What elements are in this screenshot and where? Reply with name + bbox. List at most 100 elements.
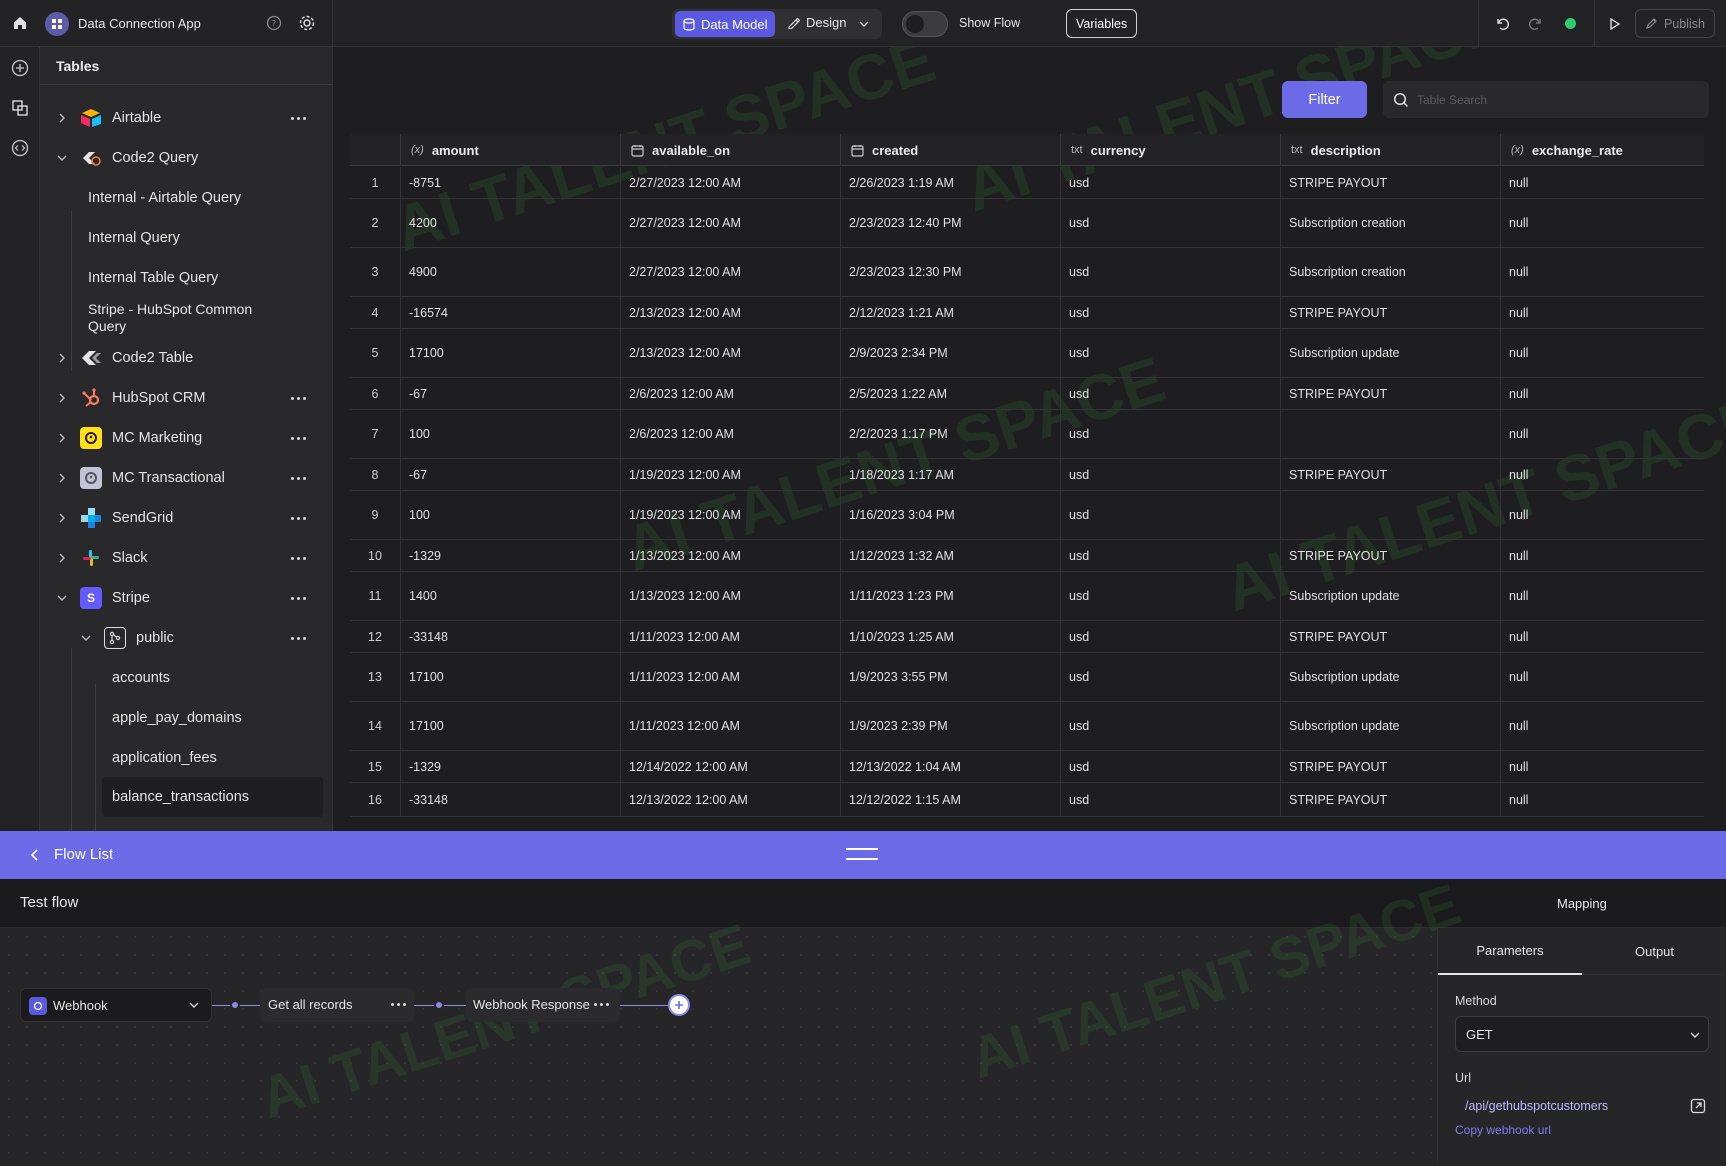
url-field[interactable]: /api/gethubspotcustomers — [1455, 1090, 1709, 1122]
sidebar-item-mc-marketing[interactable]: MC Marketing — [40, 420, 332, 456]
cell-created[interactable]: 2/23/2023 12:40 PM — [840, 199, 1060, 247]
chevron-right-icon[interactable] — [56, 432, 68, 444]
sidebar-item-airtable[interactable]: Airtable — [40, 100, 332, 136]
cell-created[interactable]: 1/10/2023 1:25 AM — [840, 621, 1060, 652]
cell-amount[interactable]: 100 — [400, 491, 620, 539]
cell-available-on[interactable]: 12/13/2022 12:00 AM — [620, 783, 840, 816]
sidebar-item-mc-transactional[interactable]: MC Transactional — [40, 460, 332, 496]
cell-currency[interactable]: usd — [1060, 297, 1280, 328]
cell-currency[interactable]: usd — [1060, 491, 1280, 539]
gear-icon[interactable] — [297, 13, 317, 33]
table-row[interactable]: 14 17100 1/11/2023 12:00 AM 1/9/2023 2:39 P… — [350, 702, 1704, 751]
sidebar-item-internal-airtable-query[interactable]: Internal - Airtable Query — [40, 180, 332, 216]
chevron-right-icon[interactable] — [56, 392, 68, 404]
cell-description[interactable]: STRIPE PAYOUT — [1280, 459, 1500, 490]
cell-currency[interactable]: usd — [1060, 540, 1280, 571]
sidebar-item-stripe-hubspot-query[interactable]: Stripe - HubSpot Common Query — [40, 297, 332, 339]
cell-available-on[interactable]: 1/13/2023 12:00 AM — [620, 572, 840, 620]
table-row[interactable]: 4 -16574 2/13/2023 12:00 AM 2/12/2023 1:21 … — [350, 297, 1704, 329]
design-tab[interactable]: Design — [787, 15, 846, 30]
cell-amount[interactable]: -67 — [400, 378, 620, 409]
table-row[interactable]: 6 -67 2/6/2023 12:00 AM 2/5/2023 1:22 AM usd… — [350, 378, 1704, 410]
cell-created[interactable]: 2/12/2023 1:21 AM — [840, 297, 1060, 328]
more-options-icon[interactable] — [291, 392, 311, 404]
home-icon[interactable] — [10, 13, 30, 33]
cell-amount[interactable]: -8751 — [400, 167, 620, 198]
cell-created[interactable]: 12/12/2022 1:15 AM — [840, 783, 1060, 816]
cell-exchange-rate[interactable]: null — [1500, 540, 1704, 571]
cell-created[interactable]: 2/5/2023 1:22 AM — [840, 378, 1060, 409]
chevron-down-icon[interactable] — [56, 152, 68, 164]
table-row[interactable]: 8 -67 1/19/2023 12:00 AM 1/18/2023 1:17 AM u… — [350, 459, 1704, 491]
table-row[interactable]: 2 4200 2/27/2023 12:00 AM 2/23/2023 12:40 P… — [350, 199, 1704, 248]
data-model-tab[interactable]: Data Model — [675, 11, 775, 37]
row-index[interactable]: 9 — [350, 491, 400, 539]
cell-description[interactable]: Subscription update — [1280, 572, 1500, 620]
cell-amount[interactable]: 4200 — [400, 199, 620, 247]
sidebar-item-code2-query[interactable]: Code2 Query — [40, 140, 332, 176]
sidebar-item-balance-transactions[interactable]: balance_transactions — [102, 777, 323, 817]
cell-currency[interactable]: usd — [1060, 410, 1280, 458]
cell-currency[interactable]: usd — [1060, 248, 1280, 296]
cell-available-on[interactable]: 1/11/2023 12:00 AM — [620, 653, 840, 701]
row-index[interactable]: 8 — [350, 459, 400, 490]
column-header-currency[interactable]: txt currency — [1060, 134, 1280, 166]
cell-available-on[interactable]: 2/27/2023 12:00 AM — [620, 199, 840, 247]
data-tables-icon[interactable] — [10, 98, 30, 118]
cell-description[interactable]: STRIPE PAYOUT — [1280, 540, 1500, 571]
more-options-icon[interactable] — [291, 632, 311, 644]
cell-amount[interactable]: 17100 — [400, 329, 620, 377]
cell-available-on[interactable]: 1/19/2023 12:00 AM — [620, 491, 840, 539]
cell-exchange-rate[interactable]: null — [1500, 248, 1704, 296]
column-header-available-on[interactable]: available_on — [620, 134, 840, 166]
cell-amount[interactable]: -1329 — [400, 540, 620, 571]
row-index[interactable]: 7 — [350, 410, 400, 458]
cell-created[interactable]: 1/9/2023 3:55 PM — [840, 653, 1060, 701]
cell-created[interactable]: 1/12/2023 1:32 AM — [840, 540, 1060, 571]
more-options-icon[interactable] — [291, 472, 311, 484]
cell-exchange-rate[interactable]: null — [1500, 378, 1704, 409]
cell-created[interactable]: 1/18/2023 1:17 AM — [840, 459, 1060, 490]
row-index[interactable]: 1 — [350, 167, 400, 198]
cell-amount[interactable]: 100 — [400, 410, 620, 458]
cell-amount[interactable]: -1329 — [400, 751, 620, 782]
cell-description[interactable]: Subscription update — [1280, 329, 1500, 377]
sidebar-item-internal-table-query[interactable]: Internal Table Query — [40, 260, 332, 296]
table-row[interactable]: 9 100 1/19/2023 12:00 AM 1/16/2023 3:04 PM u… — [350, 491, 1704, 540]
cell-exchange-rate[interactable]: null — [1500, 653, 1704, 701]
sidebar-item-sendgrid[interactable]: SendGrid — [40, 500, 332, 536]
table-search-input[interactable] — [1417, 92, 1687, 107]
cell-exchange-rate[interactable]: null — [1500, 751, 1704, 782]
column-header-created[interactable]: created — [840, 134, 1060, 166]
row-index[interactable]: 2 — [350, 199, 400, 247]
publish-button[interactable]: Publish — [1635, 9, 1715, 38]
cell-created[interactable]: 2/9/2023 2:34 PM — [840, 329, 1060, 377]
row-index[interactable]: 12 — [350, 621, 400, 652]
sidebar-item-apple-pay-domains[interactable]: apple_pay_domains — [40, 700, 332, 736]
undo-icon[interactable] — [1493, 14, 1513, 34]
row-index[interactable]: 14 — [350, 702, 400, 750]
row-index[interactable]: 15 — [350, 751, 400, 782]
mapping-label[interactable]: Mapping — [1557, 896, 1607, 911]
cell-amount[interactable]: 17100 — [400, 702, 620, 750]
cell-available-on[interactable]: 1/19/2023 12:00 AM — [620, 459, 840, 490]
chevron-right-icon[interactable] — [56, 352, 68, 364]
cell-available-on[interactable]: 12/14/2022 12:00 AM — [620, 751, 840, 782]
more-options-icon[interactable] — [291, 112, 311, 124]
sidebar-item-slack[interactable]: Slack — [40, 540, 332, 576]
sidebar-item-accounts[interactable]: accounts — [40, 660, 332, 696]
chevron-left-icon[interactable] — [28, 848, 42, 862]
chevron-right-icon[interactable] — [56, 552, 68, 564]
flow-node-webhook[interactable]: Webhook — [20, 988, 212, 1022]
table-row[interactable]: 3 4900 2/27/2023 12:00 AM 2/23/2023 12:30 P… — [350, 248, 1704, 297]
table-row[interactable]: 12 -33148 1/11/2023 12:00 AM 1/10/2023 1:25… — [350, 621, 1704, 653]
cell-description[interactable] — [1280, 410, 1500, 458]
table-row[interactable]: 5 17100 2/13/2023 12:00 AM 2/9/2023 2:34 PM… — [350, 329, 1704, 378]
play-icon[interactable] — [1606, 15, 1624, 33]
row-index[interactable]: 10 — [350, 540, 400, 571]
cell-available-on[interactable]: 2/13/2023 12:00 AM — [620, 297, 840, 328]
cell-exchange-rate[interactable]: null — [1500, 167, 1704, 198]
cell-description[interactable]: STRIPE PAYOUT — [1280, 621, 1500, 652]
cell-currency[interactable]: usd — [1060, 783, 1280, 816]
cell-description[interactable] — [1280, 491, 1500, 539]
